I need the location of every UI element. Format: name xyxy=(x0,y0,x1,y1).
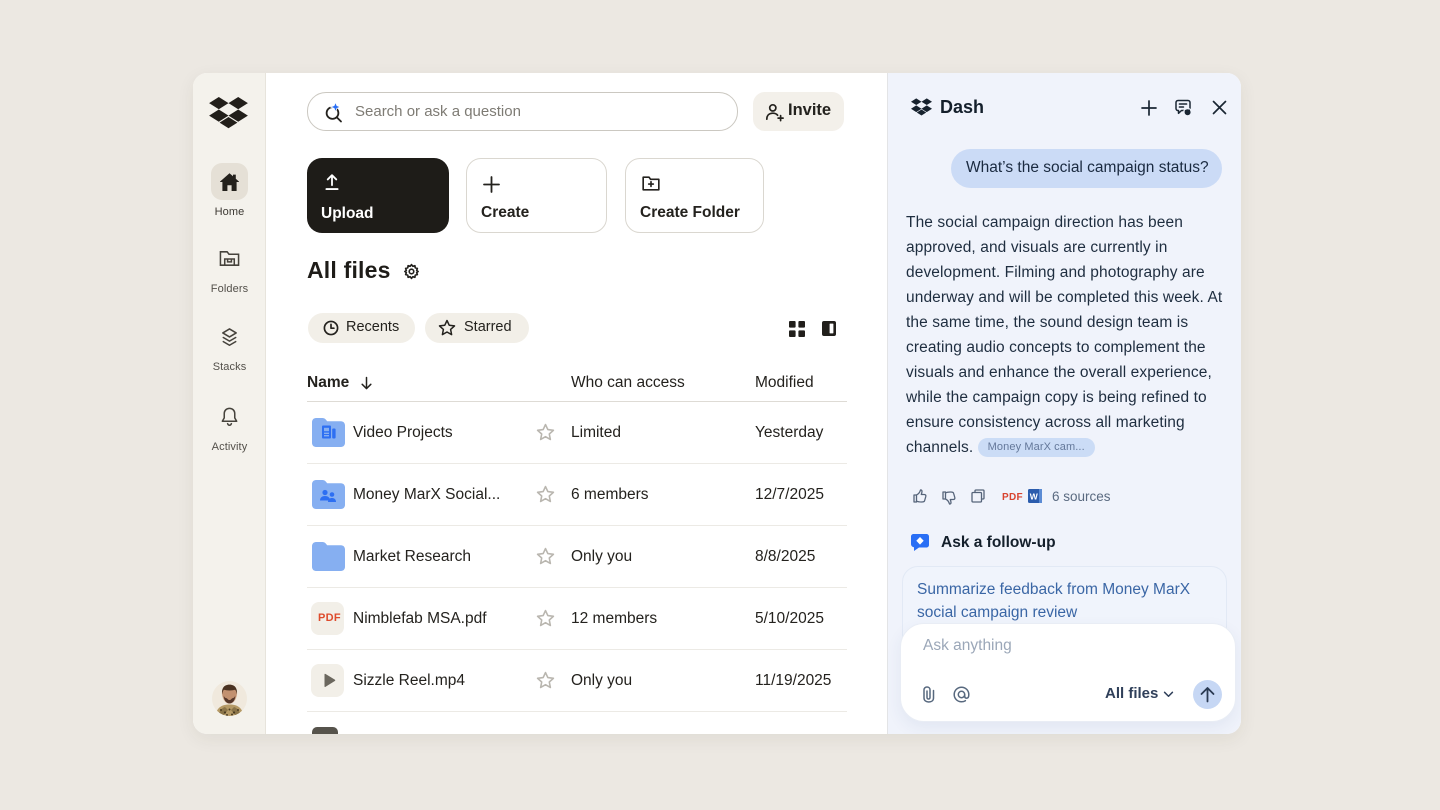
svg-text:W: W xyxy=(1030,491,1039,501)
